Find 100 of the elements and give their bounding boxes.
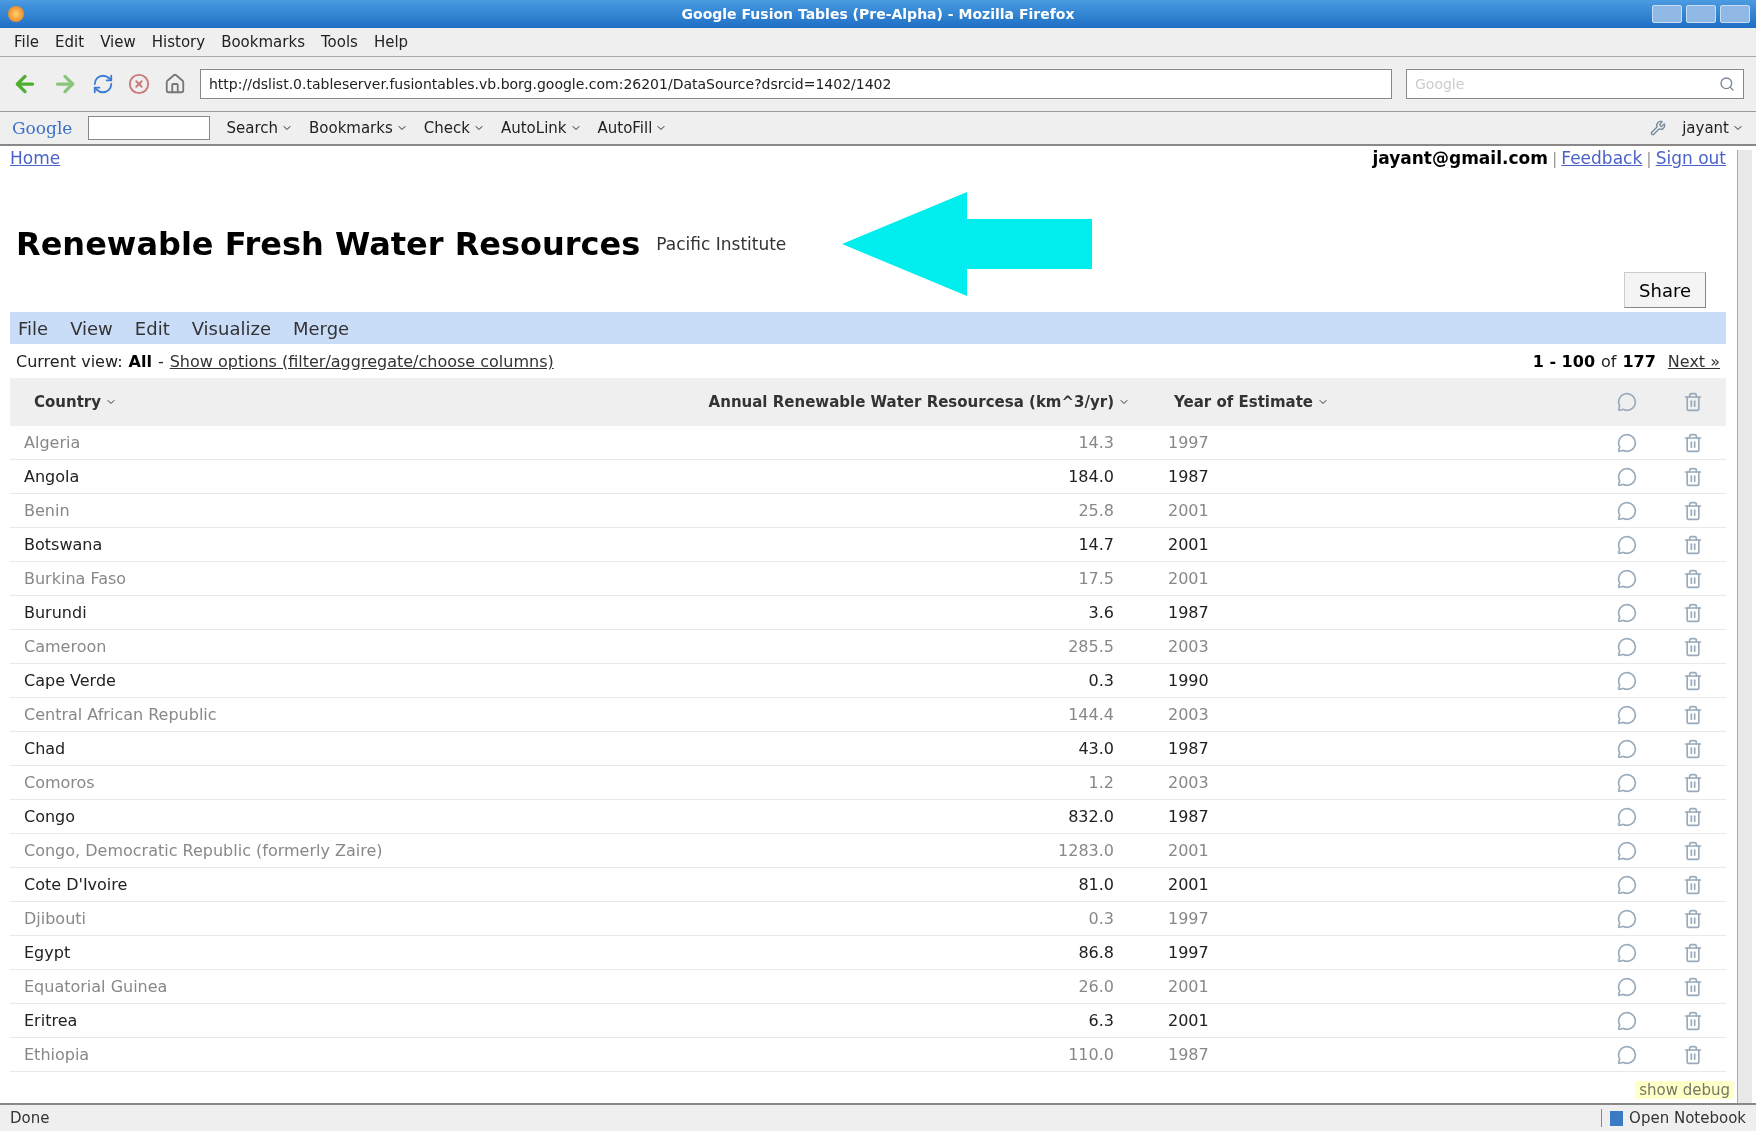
comment-icon[interactable]: [1617, 908, 1637, 929]
table-cell-text: 2001: [1167, 569, 1209, 588]
of-text: of: [1601, 351, 1617, 371]
trash-icon[interactable]: [1683, 840, 1703, 861]
trash-icon[interactable]: [1683, 704, 1703, 725]
comment-icon[interactable]: [1617, 976, 1637, 997]
trash-icon[interactable]: [1683, 1044, 1703, 1065]
comment-icon[interactable]: [1617, 602, 1637, 623]
table-cell-text: 2001: [1167, 977, 1209, 996]
table-cell-text: 832.0: [1068, 807, 1115, 826]
view-label: Current view:: [16, 351, 123, 371]
comment-icon[interactable]: [1617, 432, 1637, 453]
trash-icon[interactable]: [1683, 568, 1703, 589]
comment-icon[interactable]: [1617, 1010, 1637, 1031]
trash-icon[interactable]: [1683, 392, 1703, 412]
comment-icon[interactable]: [1617, 1044, 1637, 1065]
comment-icon[interactable]: [1617, 534, 1637, 555]
next-link[interactable]: Next »: [1667, 351, 1720, 371]
close-button[interactable]: [1720, 5, 1750, 23]
trash-icon[interactable]: [1683, 1010, 1703, 1031]
table-cell-text: Congo, Democratic Republic (formerly Zaire): [23, 841, 383, 860]
trash-icon[interactable]: [1683, 942, 1703, 963]
menu-item[interactable]: Visualize: [191, 317, 271, 339]
comment-icon[interactable]: [1617, 636, 1637, 657]
table-cell-text: Chad: [23, 739, 66, 758]
toolbar-button[interactable]: Check: [423, 119, 485, 137]
menu-item[interactable]: Bookmarks: [221, 33, 305, 51]
menu-item[interactable]: Merge: [292, 317, 350, 339]
toolbar-button[interactable]: Bookmarks: [309, 119, 408, 137]
table-cell-text: 2001: [1167, 501, 1209, 520]
header-link[interactable]: Feedback: [1561, 148, 1643, 168]
menu-item[interactable]: File: [14, 33, 40, 51]
reload-icon[interactable]: [92, 73, 114, 95]
table-cell-text: 81.0: [1078, 875, 1115, 894]
share-button[interactable]: Share: [1624, 272, 1706, 308]
trash-icon[interactable]: [1683, 738, 1703, 759]
comment-icon[interactable]: [1617, 942, 1637, 963]
comment-icon[interactable]: [1617, 392, 1637, 412]
table-cell-text: 0.3: [1088, 671, 1115, 690]
maximize-button[interactable]: [1686, 5, 1716, 23]
trash-icon[interactable]: [1683, 772, 1703, 793]
column-header[interactable]: Year of Estimate: [1154, 393, 1594, 411]
account-button[interactable]: jayant: [1682, 119, 1744, 137]
trash-icon[interactable]: [1683, 908, 1703, 929]
stop-icon[interactable]: [128, 73, 150, 95]
comment-icon[interactable]: [1617, 704, 1637, 725]
menu-item[interactable]: Help: [373, 33, 409, 51]
comment-icon[interactable]: [1617, 568, 1637, 589]
trash-icon[interactable]: [1683, 670, 1703, 691]
column-header[interactable]: Annual Renewable Water Resourcesa (km^3/yr): [594, 393, 1154, 411]
table-cell-text: 14.3: [1078, 433, 1115, 452]
comment-icon[interactable]: [1617, 466, 1637, 487]
trash-icon[interactable]: [1683, 806, 1703, 827]
table-cell-text: 14.7: [1078, 535, 1115, 554]
toolbar-button[interactable]: AutoLink: [500, 119, 582, 137]
menu-item[interactable]: Edit: [134, 317, 170, 339]
trash-icon[interactable]: [1683, 466, 1703, 487]
menu-item[interactable]: Edit: [55, 33, 85, 51]
table-cell-text: 2003: [1167, 773, 1209, 792]
menu-item[interactable]: History: [151, 33, 206, 51]
notebook-button[interactable]: Open Notebook: [1601, 1109, 1746, 1127]
comment-icon[interactable]: [1617, 840, 1637, 861]
menu-item[interactable]: View: [100, 33, 136, 51]
comment-icon[interactable]: [1617, 874, 1637, 895]
table-cell-text: 0.3: [1088, 909, 1115, 928]
home-icon[interactable]: [164, 73, 186, 95]
debug-toggle[interactable]: show debug: [1635, 1081, 1734, 1099]
trash-icon[interactable]: [1683, 874, 1703, 895]
search-icon[interactable]: [1719, 76, 1735, 92]
toolbar-button[interactable]: Search: [226, 119, 293, 137]
comment-icon[interactable]: [1617, 500, 1637, 521]
table-cell-text: 3.6: [1088, 603, 1115, 622]
menu-item[interactable]: File: [18, 317, 49, 339]
table-cell-text: 2001: [1167, 841, 1209, 860]
trash-icon[interactable]: [1683, 602, 1703, 623]
comment-icon[interactable]: [1617, 772, 1637, 793]
wrench-icon[interactable]: [1650, 120, 1667, 136]
separator: |: [1551, 148, 1558, 168]
trash-icon[interactable]: [1683, 534, 1703, 555]
toolbar-search-field[interactable]: [88, 116, 211, 140]
toolbar-button[interactable]: AutoFill: [597, 119, 668, 137]
page-title: Renewable Fresh Water Resources: [16, 225, 641, 263]
minimize-button[interactable]: [1652, 5, 1682, 23]
header-link[interactable]: Sign out: [1655, 148, 1726, 168]
comment-icon[interactable]: [1617, 670, 1637, 691]
trash-icon[interactable]: [1683, 636, 1703, 657]
menu-item[interactable]: View: [70, 317, 113, 339]
column-header[interactable]: Country: [10, 393, 594, 411]
table-cell-text: 1.2: [1088, 773, 1115, 792]
trash-icon[interactable]: [1683, 500, 1703, 521]
options-link[interactable]: Show options (filter/aggregate/choose columns): [169, 351, 554, 371]
dash: -: [157, 351, 164, 371]
address-field[interactable]: http://dslist.0.tableserver.fusiontables.vb.borg.google.com:26201/DataSource?dsrcid=1402/1402: [200, 69, 1392, 99]
menu-item[interactable]: Tools: [320, 33, 358, 51]
home-link[interactable]: Home: [10, 148, 61, 168]
comment-icon[interactable]: [1617, 806, 1637, 827]
comment-icon[interactable]: [1617, 738, 1637, 759]
trash-icon[interactable]: [1683, 432, 1703, 453]
table-cell-text: 110.0: [1068, 1045, 1115, 1064]
trash-icon[interactable]: [1683, 976, 1703, 997]
